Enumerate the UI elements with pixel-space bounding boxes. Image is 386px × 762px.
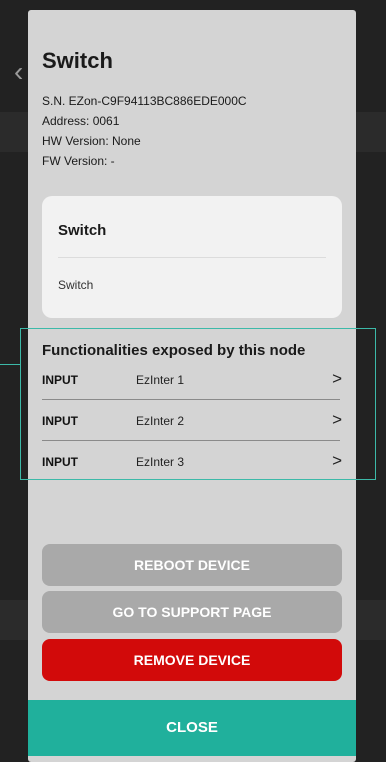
serial-number: S.N. EZon-C9F94113BC886EDE000C (42, 94, 247, 108)
card-subtitle: Switch (58, 278, 94, 292)
hw-version: HW Version: None (42, 134, 141, 148)
support-page-button[interactable]: GO TO SUPPORT PAGE (42, 591, 342, 633)
back-chevron-icon: ‹ (14, 56, 24, 87)
fw-version: FW Version: - (42, 154, 115, 168)
close-button[interactable]: CLOSE (28, 700, 356, 756)
functionalities-highlight-frame (20, 328, 376, 480)
reboot-device-button[interactable]: REBOOT DEVICE (42, 544, 342, 586)
address: Address: 0061 (42, 114, 120, 128)
dialog-title: Switch (42, 48, 113, 73)
card-divider (58, 257, 326, 258)
remove-device-button[interactable]: REMOVE DEVICE (42, 639, 342, 681)
card-title: Switch (58, 222, 107, 239)
highlight-pointer-line (0, 364, 20, 365)
device-type-card: Switch Switch (42, 196, 342, 318)
